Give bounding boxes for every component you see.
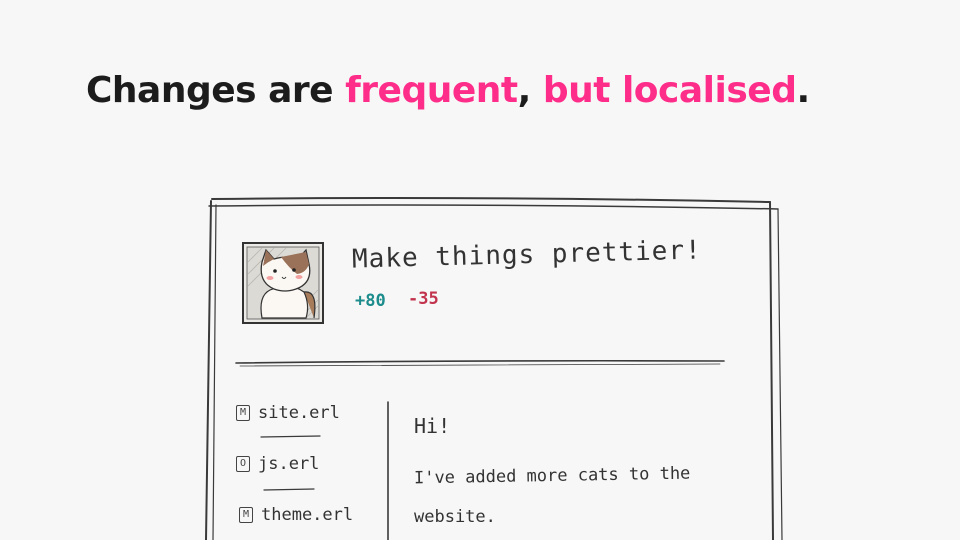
file-item-js[interactable]: O js.erl (236, 454, 319, 474)
file-name: js.erl (258, 454, 320, 474)
additions-count: +80 (355, 291, 386, 311)
message-greeting: Hi! (414, 414, 451, 438)
message-line-2: website. (414, 507, 496, 527)
file-name: site.erl (258, 403, 340, 423)
deletions-count: -35 (408, 289, 439, 309)
file-status-icon: O (236, 456, 250, 472)
file-name: theme.erl (261, 505, 354, 525)
cat-avatar (242, 242, 324, 324)
file-status-icon: M (239, 507, 253, 523)
file-item-site[interactable]: M site.erl (236, 403, 340, 423)
file-status-icon: M (236, 405, 250, 421)
file-item-theme[interactable]: M theme.erl (239, 505, 353, 525)
